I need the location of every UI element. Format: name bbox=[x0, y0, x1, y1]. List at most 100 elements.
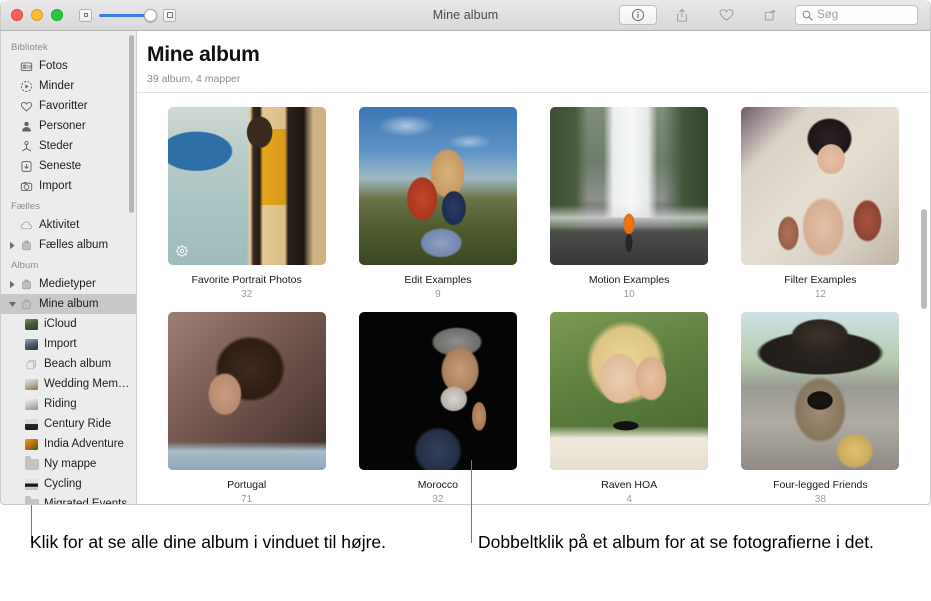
album-cell[interactable]: Motion Examples 10 bbox=[534, 107, 725, 300]
sidebar-item-mine-album[interactable]: Mine album bbox=[1, 294, 136, 314]
album-count: 9 bbox=[435, 289, 441, 300]
sidebar-item-label: Import bbox=[44, 338, 77, 350]
zoom-out-icon[interactable] bbox=[79, 8, 92, 22]
album-cell[interactable]: Raven HOA 4 bbox=[534, 312, 725, 504]
album-icon bbox=[18, 278, 35, 291]
maximize-window-button[interactable] bbox=[51, 9, 63, 21]
chevron-right-icon[interactable] bbox=[7, 241, 18, 250]
sidebar-item-import[interactable]: Import bbox=[1, 176, 136, 196]
sidebar-item-cycling[interactable]: Cycling bbox=[1, 474, 136, 494]
album-thumbnail[interactable] bbox=[167, 312, 326, 470]
sidebar-item-label: Beach album bbox=[44, 358, 112, 370]
sidebar-item-label: Riding bbox=[44, 398, 77, 410]
sidebar-item-label: Seneste bbox=[39, 160, 82, 172]
album-cell[interactable]: Favorite Portrait Photos 32 bbox=[151, 107, 342, 300]
sidebar-item-label: Wedding Mem… bbox=[44, 378, 130, 390]
content-scrollbar[interactable] bbox=[921, 209, 927, 309]
sidebar-item-beach-album[interactable]: Beach album bbox=[1, 354, 136, 374]
sidebar-item-label: Personer bbox=[39, 120, 86, 132]
info-icon bbox=[631, 8, 645, 22]
favorite-button[interactable] bbox=[707, 5, 745, 25]
album-cell[interactable]: Morocco 32 bbox=[342, 312, 533, 504]
album-count: 38 bbox=[814, 494, 826, 504]
album-name: Motion Examples bbox=[588, 274, 670, 286]
sidebar-item-label: Fotos bbox=[39, 60, 68, 72]
zoom-slider[interactable] bbox=[99, 8, 157, 22]
album-thumbnail[interactable] bbox=[550, 312, 709, 470]
sidebar-item-label: Cycling bbox=[44, 478, 82, 490]
album-thumbnail[interactable] bbox=[358, 107, 517, 265]
photos-icon bbox=[18, 60, 35, 73]
sidebar-item-migrated-events[interactable]: Migrated Events bbox=[1, 494, 136, 504]
sidebar-item-import[interactable]: Import bbox=[1, 334, 136, 354]
places-icon bbox=[18, 140, 35, 153]
search-icon bbox=[802, 10, 813, 21]
album-grid: Favorite Portrait Photos 32 Edit Examples… bbox=[137, 93, 930, 504]
thumb-riding bbox=[24, 398, 39, 410]
sidebar-item-label: Mine album bbox=[39, 298, 99, 310]
album-thumbnail[interactable] bbox=[741, 312, 900, 470]
info-button[interactable] bbox=[619, 5, 657, 25]
sidebar-item-personer[interactable]: Personer bbox=[1, 116, 136, 136]
zoom-slider-knob[interactable] bbox=[144, 8, 157, 22]
album-name: Four-legged Friends bbox=[773, 479, 868, 491]
sidebar-item-label: Migrated Events bbox=[44, 498, 128, 504]
zoom-in-icon[interactable] bbox=[163, 8, 176, 22]
thumbnail-size-control[interactable] bbox=[79, 8, 176, 22]
album-name: Portugal bbox=[227, 479, 267, 491]
memories-icon bbox=[18, 80, 35, 93]
person-icon bbox=[18, 120, 35, 133]
album-cell[interactable]: Portugal 71 bbox=[151, 312, 342, 504]
thumb-century bbox=[24, 418, 39, 430]
album-cell[interactable]: Edit Examples 9 bbox=[342, 107, 533, 300]
share-button[interactable] bbox=[663, 5, 701, 25]
sidebar-item-medietyper[interactable]: Medietyper bbox=[1, 274, 136, 294]
sidebar-item-label: Steder bbox=[39, 140, 73, 152]
content-area: Mine album 39 album, 4 mapper Favorite P… bbox=[137, 31, 930, 504]
album-thumbnail[interactable] bbox=[358, 312, 517, 470]
album-thumbnail[interactable] bbox=[167, 107, 326, 265]
album-count: 4 bbox=[626, 494, 632, 504]
sidebar-item-label: Century Ride bbox=[44, 418, 112, 430]
sidebar-item-icloud[interactable]: iCloud bbox=[1, 314, 136, 334]
sidebar-section-header: Album bbox=[11, 260, 39, 271]
thumb-india bbox=[24, 438, 39, 450]
search-input[interactable]: Søg bbox=[795, 5, 918, 25]
sidebar-item-riding[interactable]: Riding bbox=[1, 394, 136, 414]
minimize-window-button[interactable] bbox=[31, 9, 43, 21]
content-header: Mine album 39 album, 4 mapper bbox=[137, 31, 930, 85]
sidebar-item-aktivitet[interactable]: Aktivitet bbox=[1, 215, 136, 235]
album-thumbnail[interactable] bbox=[550, 107, 709, 265]
sidebar-item-wedding-mem[interactable]: Wedding Mem… bbox=[1, 374, 136, 394]
rotate-button[interactable] bbox=[751, 5, 789, 25]
sidebar-item-fotos[interactable]: Fotos bbox=[1, 56, 136, 76]
sidebar-scrollbar[interactable] bbox=[129, 35, 134, 213]
thumb-icloud bbox=[24, 318, 39, 330]
album-thumbnail[interactable] bbox=[741, 107, 900, 265]
recents-icon bbox=[18, 160, 35, 173]
close-window-button[interactable] bbox=[11, 9, 23, 21]
share-icon bbox=[677, 8, 687, 22]
sidebar-item-century-ride[interactable]: Century Ride bbox=[1, 414, 136, 434]
sidebar-item-favoritter[interactable]: Favoritter bbox=[1, 96, 136, 116]
sidebar-item-f-lles-album[interactable]: Fælles album bbox=[1, 235, 136, 255]
sidebar-item-minder[interactable]: Minder bbox=[1, 76, 136, 96]
cloud-icon bbox=[18, 219, 35, 232]
album-count: 71 bbox=[241, 494, 253, 504]
sidebar-item-label: Ny mappe bbox=[44, 458, 97, 470]
album-cell[interactable]: Four-legged Friends 38 bbox=[725, 312, 916, 504]
sidebar[interactable]: Bibliotek Fotos Minder Favoritter Persone… bbox=[1, 31, 137, 504]
sidebar-item-steder[interactable]: Steder bbox=[1, 136, 136, 156]
sidebar-item-india-adventure[interactable]: India Adventure bbox=[1, 434, 136, 454]
album-name: Favorite Portrait Photos bbox=[191, 274, 302, 286]
sidebar-item-label: Aktivitet bbox=[39, 219, 80, 231]
album-name: Raven HOA bbox=[601, 479, 658, 491]
album-cell[interactable]: Filter Examples 12 bbox=[725, 107, 916, 300]
sidebar-item-ny-mappe[interactable]: Ny mappe bbox=[1, 454, 136, 474]
chevron-right-icon[interactable] bbox=[7, 280, 18, 289]
window-titlebar: Mine album Søg bbox=[1, 0, 930, 31]
chevron-down-icon[interactable] bbox=[7, 301, 18, 308]
sidebar-item-seneste[interactable]: Seneste bbox=[1, 156, 136, 176]
toolbar-right: Søg bbox=[619, 5, 918, 25]
gear-icon bbox=[175, 244, 189, 258]
